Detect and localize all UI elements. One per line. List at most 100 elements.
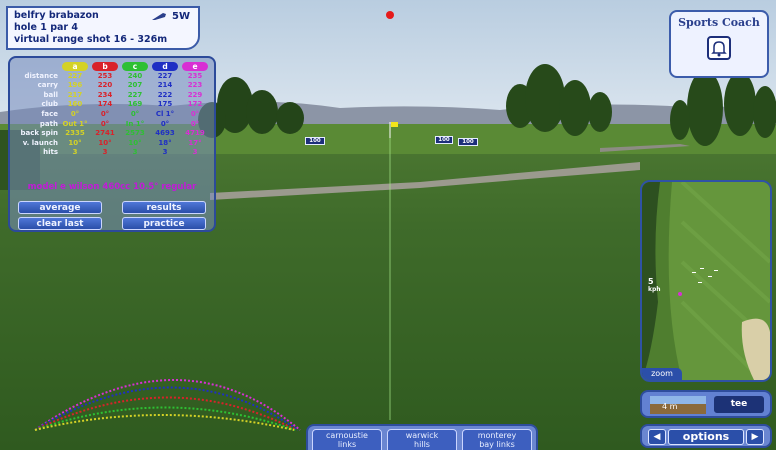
course-selector: carnoustie links warwick hills monterey … [306, 424, 538, 450]
course-tab-line: bay links [479, 439, 515, 449]
stats-value: 160 [67, 100, 83, 109]
shot-column-header[interactable]: b [92, 62, 118, 72]
sports-coach-button[interactable]: Sports Coach [669, 10, 769, 78]
stats-value: 0° [190, 109, 200, 118]
stats-row-label: distance [24, 71, 58, 80]
stats-value: 196 [67, 81, 83, 90]
stats-header-cell: c [120, 62, 150, 72]
club-icon [151, 13, 166, 20]
stats-value: In 1° [125, 119, 145, 128]
elevation-distance: 4 m [662, 402, 678, 411]
stats-row-label: hits [43, 148, 58, 157]
course-tab-carnoustie[interactable]: carnoustie links [312, 429, 382, 450]
stats-header-blank [12, 62, 60, 72]
stats-value: 4693 [155, 129, 175, 138]
hole-par: hole 1 par 4 [14, 22, 79, 33]
stats-value: 2335 [65, 129, 85, 138]
course-tab-line: links [337, 439, 357, 449]
shot-column-header[interactable]: d [152, 62, 178, 72]
stats-header-cell: b [90, 62, 120, 72]
stats-value: 227 [67, 71, 83, 80]
stats-value: 227 [157, 71, 173, 80]
shot-column-header[interactable]: c [122, 62, 148, 72]
stats-row: path Out 1° 0° In 1° 0° 0° [12, 120, 210, 130]
stats-value: 227 [127, 90, 143, 99]
stats-row: hits 3 3 3 3 3 [12, 148, 210, 158]
distance-sign: 100 [458, 138, 478, 146]
club-model: model e wilson 460cc 10.5° regular [27, 182, 197, 192]
course-tab-warwick[interactable]: warwick hills [387, 429, 457, 450]
stats-value: 240 [127, 71, 143, 80]
stats-value: 0° [130, 109, 140, 118]
stats-value: 0° [190, 119, 200, 128]
stats-value: 17° [188, 138, 202, 147]
stats-header-row: abcde [12, 62, 210, 72]
stats-value: Out 1° [62, 119, 88, 128]
stats-value: 4719 [185, 129, 205, 138]
stats-value: Cl 1° [155, 109, 175, 118]
hole-info-panel: belfry brabazon hole 1 par 4 virtual ran… [6, 6, 200, 50]
stats-value: 10° [128, 138, 142, 147]
distance-sign: 100 [435, 136, 453, 144]
club-indicator[interactable]: 5W [151, 11, 190, 23]
wind-indicator: 5 kph [648, 278, 661, 294]
shot-column-header[interactable]: e [182, 62, 208, 72]
stats-row-label: club [41, 100, 58, 109]
course-tab-line: hills [414, 439, 430, 449]
stats-value: 223 [187, 81, 203, 90]
hole-minimap[interactable]: 5 kph zoom [640, 180, 772, 382]
stats-row-label: ball [43, 90, 58, 99]
stats-value: 222 [157, 90, 173, 99]
stats-value: 3 [192, 148, 198, 157]
distance-sign: 100 [305, 137, 325, 145]
tee-button[interactable]: tee [714, 396, 764, 413]
stats-value: 3 [162, 148, 168, 157]
stats-header-cell: d [150, 62, 180, 72]
stats-value: 2573 [125, 129, 145, 138]
stats-row: carry 196 220 207 214 223 [12, 81, 210, 91]
shot-stats-table: a b c d e distance 227 253 240 227 235 carry 196 220 2… [12, 62, 210, 158]
aim-marker[interactable] [386, 11, 394, 19]
stats-row: ball 217 234 227 222 229 [12, 91, 210, 101]
stats-value: 0° [100, 109, 110, 118]
wind-speed: 5 [648, 277, 654, 286]
stats-value: 174 [97, 100, 113, 109]
club-label: 5W [172, 11, 190, 22]
shot-stats-panel: a b c d e distance 227 253 240 227 235 carry 196 220 2… [8, 56, 216, 232]
stats-value: 3 [72, 148, 78, 157]
clear-last-button[interactable]: clear last [18, 217, 102, 230]
stats-row-label: back spin [20, 129, 58, 138]
stats-row: face 0° 0° 0° Cl 1° 0° [12, 110, 210, 120]
stats-row: v. launch 10° 10° 10° 18° 17° [12, 139, 210, 149]
stats-value: 235 [187, 71, 203, 80]
stats-value: 3 [102, 148, 108, 157]
stats-value: 2741 [95, 129, 115, 138]
stats-value: 214 [157, 81, 173, 90]
stats-row: back spin 2335 2741 2573 4693 4719 [12, 129, 210, 139]
stats-header-cell: e [180, 62, 210, 72]
stats-value: 234 [97, 90, 113, 99]
wind-unit: kph [648, 286, 661, 293]
practice-button[interactable]: practice [122, 217, 206, 230]
stats-row-label: carry [37, 81, 58, 90]
stats-row: distance 227 253 240 227 235 [12, 72, 210, 82]
stats-row-label: face [41, 109, 58, 118]
stats-value: 229 [187, 90, 203, 99]
results-button[interactable]: results [122, 201, 206, 214]
stats-row-label: v. launch [22, 138, 58, 147]
course-tab-monterey[interactable]: monterey bay links [462, 429, 532, 450]
stats-value: 253 [97, 71, 113, 80]
shot-column-header[interactable]: a [62, 62, 88, 72]
next-arrow-icon[interactable]: ▶ [746, 429, 764, 445]
options-button[interactable]: options [668, 429, 744, 445]
stats-value: 3 [132, 148, 138, 157]
stats-value: 0° [100, 119, 110, 128]
stats-row: club 160 174 169 175 172 [12, 100, 210, 110]
prev-arrow-icon[interactable]: ◀ [648, 429, 666, 445]
stats-value: 207 [127, 81, 143, 90]
stats-value: 217 [67, 90, 83, 99]
stats-value: 10° [68, 138, 82, 147]
average-button[interactable]: average [18, 201, 102, 214]
zoom-button[interactable]: zoom [642, 368, 682, 380]
elevation-graphic [650, 396, 706, 414]
